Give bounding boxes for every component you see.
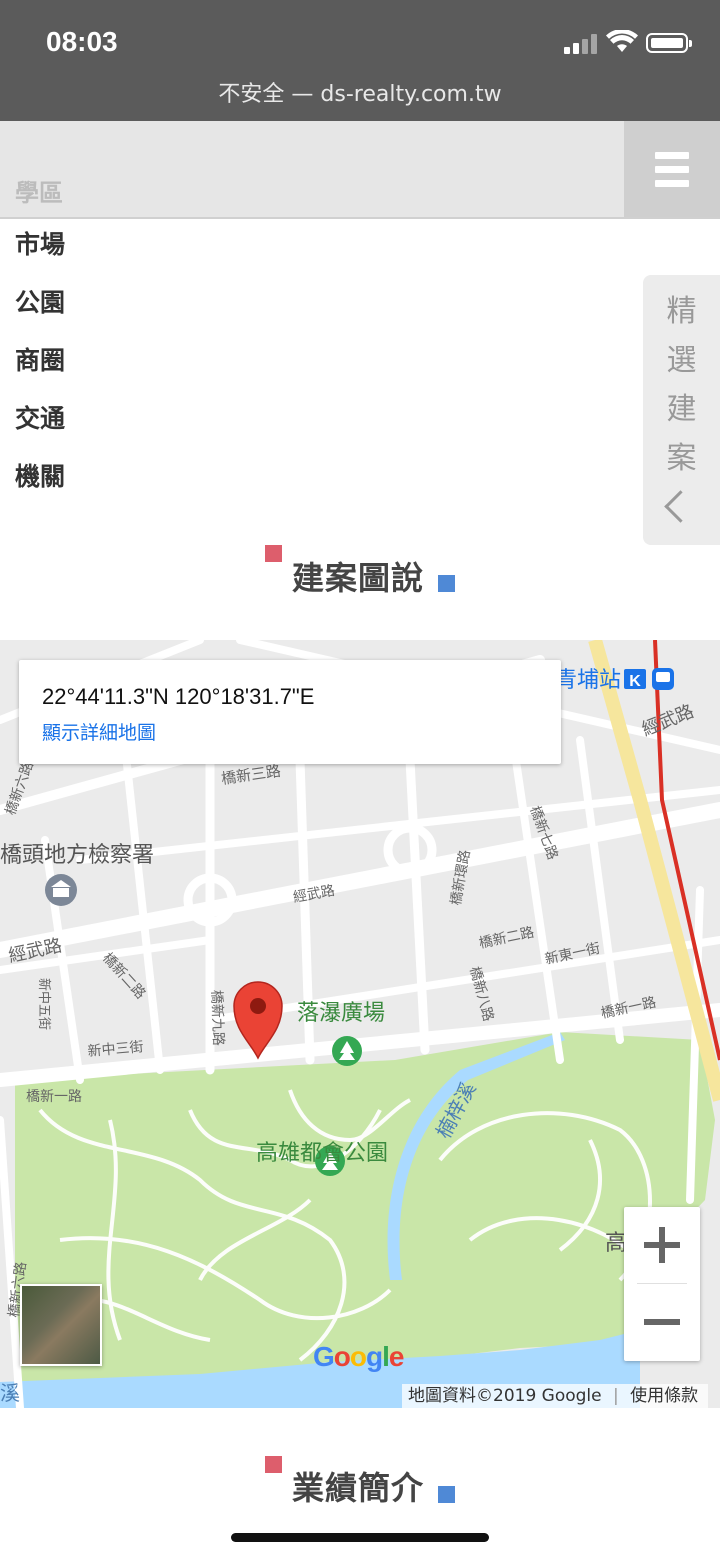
section-title-text: 建案圖說	[292, 559, 425, 597]
park-area	[15, 1032, 715, 1385]
map-data-credit[interactable]: 地圖資料©2019 Google	[408, 1386, 602, 1406]
map-coordinates: 22°44'11.3"N 120°18'31.7"E	[42, 684, 315, 709]
map-zoom-control	[624, 1207, 700, 1361]
map-label-road: 新中五街	[36, 978, 52, 1030]
tree-icon	[332, 1036, 362, 1066]
status-bar: 08:03 不安全 — ds-realty.com.tw	[0, 0, 720, 121]
menu-icon	[655, 152, 689, 159]
map-label-road: 橋新一路	[26, 1089, 82, 1105]
map-label-station: 青埔站	[555, 668, 621, 693]
landmark-icon	[45, 874, 77, 906]
google-map[interactable]: K 橋頭地方檢察署 落瀑廣場 高雄都會公園 楠梓溪 青埔站 高 溪 經武路 經武…	[0, 640, 720, 1408]
heading-accent-red	[265, 545, 282, 562]
section-heading-project-map: 建案圖說	[0, 545, 720, 605]
map-info-card: 22°44'11.3"N 120°18'31.7"E 顯示詳細地圖	[19, 660, 561, 764]
menu-item-school-district[interactable]: 學區	[15, 173, 63, 208]
view-larger-map-link[interactable]: 顯示詳細地圖	[42, 718, 156, 745]
map-label-prosecutors: 橋頭地方檢察署	[0, 843, 154, 868]
map-label-road: 橋新三路	[220, 762, 282, 788]
heading-accent-blue	[438, 1486, 455, 1503]
side-tab-char: 案	[666, 441, 697, 476]
map-label-road: 橋新六路	[3, 759, 37, 817]
featured-projects-tab[interactable]: 精 選 建 案	[643, 275, 720, 545]
map-label-park: 高雄都會公園	[256, 1141, 388, 1166]
menu-item-market[interactable]: 市場	[15, 226, 65, 284]
home-indicator[interactable]	[231, 1533, 489, 1542]
heading-accent-red	[265, 1456, 282, 1473]
menu-button[interactable]	[624, 121, 720, 217]
side-tab-char: 建	[666, 392, 697, 427]
chevron-left-icon	[664, 490, 697, 523]
menu-item-shopping[interactable]: 商圈	[15, 342, 65, 400]
metro-icon: K	[624, 668, 674, 690]
menu-bar: 學區	[0, 121, 720, 219]
map-label-road: 橋新二路	[99, 950, 148, 1002]
terms-link[interactable]: 使用條款	[630, 1386, 698, 1406]
map-attribution: 地圖資料©2019 Google | 使用條款	[402, 1384, 709, 1408]
map-label-plaza: 落瀑廣場	[297, 1001, 385, 1026]
side-tab-char: 選	[666, 343, 697, 378]
svg-text:K: K	[629, 673, 641, 690]
section-heading-track-record: 業績簡介	[0, 1455, 720, 1515]
side-tab-char: 精	[666, 294, 697, 329]
menu-list: 市場 公園 商圈 交通 機關	[15, 226, 65, 516]
satellite-toggle[interactable]	[20, 1284, 102, 1366]
map-label-edge-xi: 溪	[0, 1381, 20, 1405]
section-title-text: 業績簡介	[292, 1469, 425, 1507]
map-label-road: 新中三街	[87, 1039, 144, 1060]
menu-item-transport[interactable]: 交通	[15, 400, 65, 458]
zoom-out-button[interactable]	[624, 1284, 700, 1360]
wifi-icon	[606, 30, 638, 52]
status-time: 08:03	[46, 26, 118, 57]
zoom-in-button[interactable]	[624, 1207, 700, 1283]
battery-icon	[646, 33, 692, 53]
zoom-out-icon	[644, 1319, 680, 1325]
heading-accent-blue	[438, 575, 455, 592]
signal-icon	[564, 34, 600, 54]
url-bar[interactable]: 不安全 — ds-realty.com.tw	[0, 76, 720, 108]
menu-item-park[interactable]: 公園	[15, 284, 65, 342]
menu-item-institutions[interactable]: 機關	[15, 458, 65, 516]
map-label-road: 橋新二路	[478, 925, 536, 952]
google-logo: Google	[313, 1341, 404, 1372]
map-label-road: 橋新九路	[208, 990, 226, 1047]
